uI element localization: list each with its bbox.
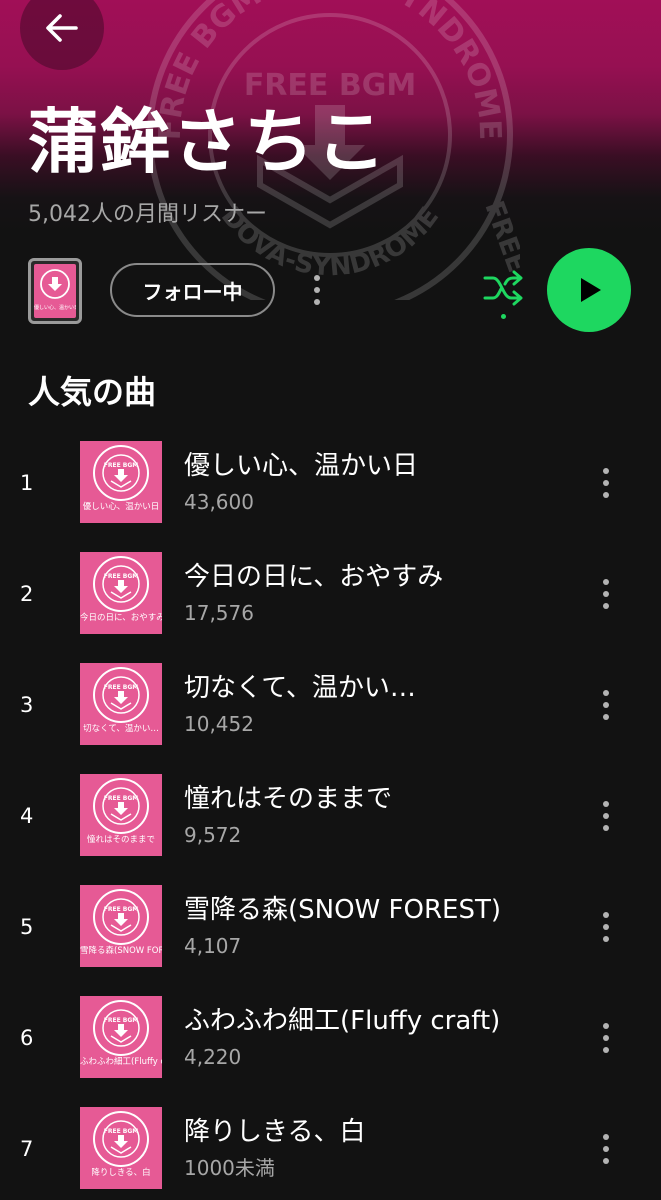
track-title: 雪降る森(SNOW FOREST) [184, 895, 501, 925]
popular-tracks-heading: 人気の曲 [28, 373, 157, 411]
track-title: 憧れはそのままで [184, 784, 393, 814]
track-artwork: FREE BGM 今日の日に、おやすみ [80, 552, 162, 634]
track-artwork-caption: 憧れはそのままで [86, 835, 155, 845]
track-artwork-caption: 今日の日に、おやすみ [80, 613, 162, 623]
track-title: 優しい心、温かい日 [184, 451, 419, 481]
artwork-logo-text: FREE BGM [104, 906, 139, 913]
artist-name: 蒲鉾さちこ [28, 101, 388, 183]
track-play-count: 1000未満 [184, 1156, 275, 1180]
track-row[interactable]: 1 FREE BGM 優しい心、温かい日 優しい心、温かい日 43,600 [0, 441, 661, 525]
track-title: 切なくて、温かい… [184, 673, 416, 703]
more-vertical-icon [603, 1134, 609, 1164]
track-rank: 1 [20, 471, 34, 495]
track-row[interactable]: 6 FREE BGM ふわふわ細工(Fluffy craft) ふわふわ細工(F… [0, 996, 661, 1080]
more-vertical-icon [314, 275, 320, 305]
track-artwork: FREE BGM 切なくて、温かい… [80, 663, 162, 745]
artwork-logo-icon: FREE BGM [93, 1000, 149, 1056]
track-play-count: 4,107 [184, 934, 242, 958]
more-vertical-icon [603, 579, 609, 609]
artist-pick-cover[interactable]: 優しい心、温かい日 [28, 258, 82, 324]
track-artwork-caption: ふわふわ細工(Fluffy craft) [80, 1057, 162, 1067]
track-title: ふわふわ細工(Fluffy craft) [184, 1006, 501, 1036]
track-play-count: 43,600 [184, 490, 254, 514]
cover-artwork: 優しい心、温かい日 [34, 264, 76, 318]
more-vertical-icon [603, 690, 609, 720]
artwork-logo-text: FREE BGM [104, 684, 139, 691]
track-more-button[interactable] [590, 907, 622, 947]
track-rank: 7 [20, 1137, 34, 1161]
track-artwork: FREE BGM ふわふわ細工(Fluffy craft) [80, 996, 162, 1078]
shuffle-active-dot [501, 314, 506, 319]
artwork-logo-icon: FREE BGM [93, 667, 149, 723]
track-row[interactable]: 4 FREE BGM 憧れはそのままで 憧れはそのままで 9,572 [0, 774, 661, 858]
track-artwork-caption: 優しい心、温かい日 [82, 502, 160, 512]
artwork-logo-icon: FREE BGM [93, 1111, 149, 1167]
track-title: 今日の日に、おやすみ [184, 562, 444, 592]
artwork-logo-icon: FREE BGM [93, 778, 149, 834]
artwork-logo-text: FREE BGM [104, 1128, 139, 1135]
play-button[interactable] [547, 248, 631, 332]
track-row[interactable]: 5 FREE BGM 雪降る森(SNOW FOREST) 雪降る森(SNOW F… [0, 885, 661, 969]
track-rank: 2 [20, 582, 34, 606]
more-vertical-icon [603, 912, 609, 942]
track-artwork: FREE BGM 憧れはそのままで [80, 774, 162, 856]
track-more-button[interactable] [590, 1129, 622, 1169]
track-more-button[interactable] [590, 685, 622, 725]
artist-page: FREE BGM DOVA-SYNDROME FREE BGM DOVA-SYN… [0, 0, 661, 1200]
track-rank: 5 [20, 915, 34, 939]
track-more-button[interactable] [590, 1018, 622, 1058]
shuffle-button[interactable] [478, 268, 528, 322]
shuffle-icon [483, 270, 523, 306]
track-artwork: FREE BGM 優しい心、温かい日 [80, 441, 162, 523]
artwork-logo-icon: FREE BGM [93, 889, 149, 945]
monthly-listeners: 5,042人の月間リスナー [28, 202, 267, 227]
track-row[interactable]: 7 FREE BGM 降りしきる、白 降りしきる、白 1000未満 [0, 1107, 661, 1191]
track-rank: 6 [20, 1026, 34, 1050]
play-icon [581, 278, 601, 302]
track-play-count: 17,576 [184, 601, 254, 625]
track-play-count: 10,452 [184, 712, 254, 736]
track-play-count: 4,220 [184, 1045, 242, 1069]
hero-watermark-side: FREE [478, 197, 520, 276]
track-more-button[interactable] [590, 796, 622, 836]
more-vertical-icon [603, 468, 609, 498]
track-artwork: FREE BGM 降りしきる、白 [80, 1107, 162, 1189]
track-play-count: 9,572 [184, 823, 242, 847]
track-row[interactable]: 2 FREE BGM 今日の日に、おやすみ 今日の日に、おやすみ 17,576 [0, 552, 661, 636]
hero-watermark-center: FREE BGM [244, 68, 416, 103]
track-more-button[interactable] [590, 463, 622, 503]
artwork-logo-text: FREE BGM [104, 573, 139, 580]
track-artwork-caption: 雪降る森(SNOW FOREST) [80, 946, 162, 956]
track-rank: 3 [20, 693, 34, 717]
artwork-logo-text: FREE BGM [104, 795, 139, 802]
artwork-logo-icon: FREE BGM [93, 556, 149, 612]
track-artwork-caption: 切なくて、温かい… [83, 724, 159, 734]
track-row[interactable]: 3 FREE BGM 切なくて、温かい… 切なくて、温かい… 10,452 [0, 663, 661, 747]
track-artwork: FREE BGM 雪降る森(SNOW FOREST) [80, 885, 162, 967]
track-title: 降りしきる、白 [184, 1117, 366, 1147]
more-vertical-icon [603, 801, 609, 831]
back-arrow-icon [46, 14, 78, 42]
artwork-logo-icon: FREE BGM [93, 445, 149, 501]
following-button[interactable]: フォロー中 [110, 263, 275, 317]
artist-more-button[interactable] [300, 268, 334, 312]
track-more-button[interactable] [590, 574, 622, 614]
track-rank: 4 [20, 804, 34, 828]
cover-caption: 優しい心、温かい日 [34, 305, 76, 311]
back-button[interactable] [20, 0, 104, 70]
artist-hero-header: FREE BGM DOVA-SYNDROME FREE BGM DOVA-SYN… [0, 0, 661, 300]
artwork-logo-text: FREE BGM [104, 462, 139, 469]
track-artwork-caption: 降りしきる、白 [91, 1168, 151, 1178]
artwork-logo-text: FREE BGM [104, 1017, 139, 1024]
more-vertical-icon [603, 1023, 609, 1053]
